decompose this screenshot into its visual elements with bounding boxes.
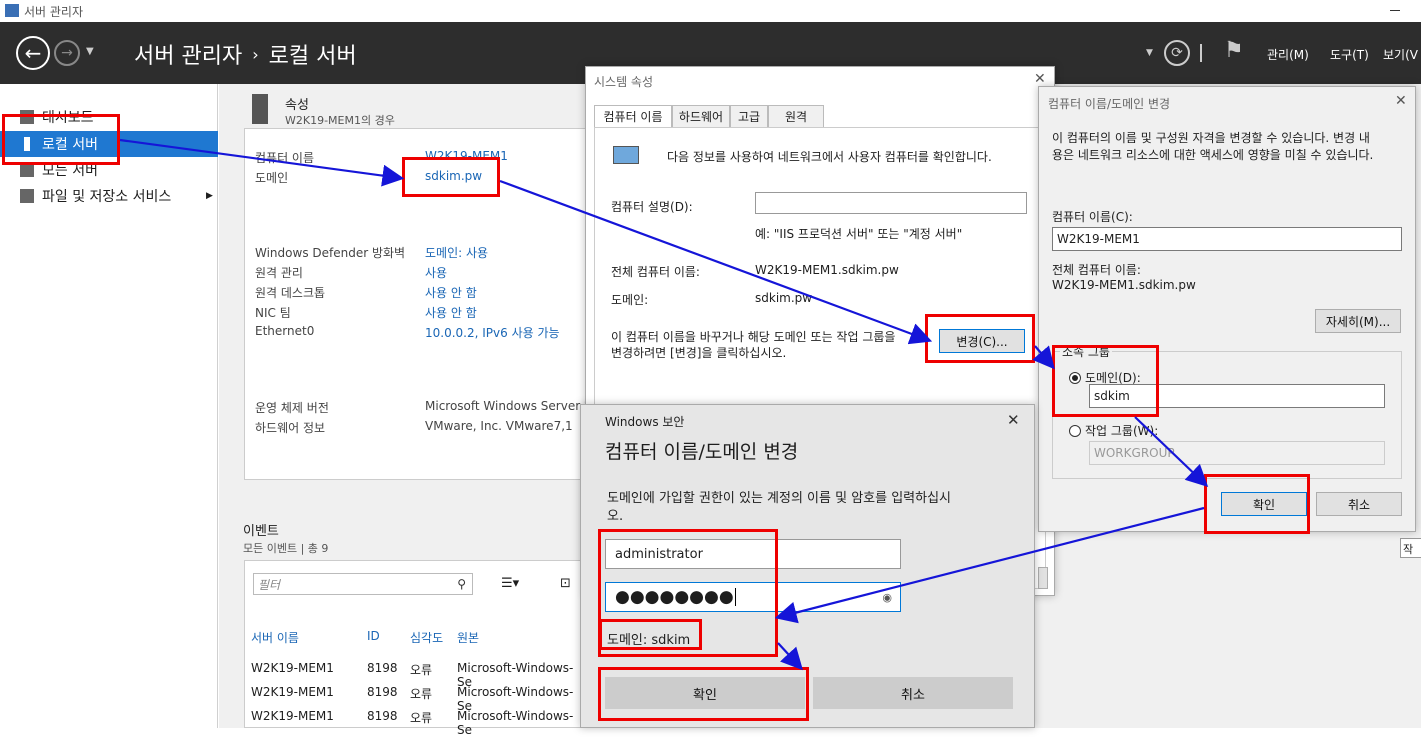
arrow-6 bbox=[777, 642, 803, 671]
annotation-arrows bbox=[119, 138, 1209, 671]
arrow-4 bbox=[1134, 416, 1209, 488]
arrow-1 bbox=[119, 138, 405, 187]
arrow-3 bbox=[1032, 345, 1055, 370]
arrow-2 bbox=[499, 179, 933, 345]
arrow-5 bbox=[774, 506, 1205, 624]
